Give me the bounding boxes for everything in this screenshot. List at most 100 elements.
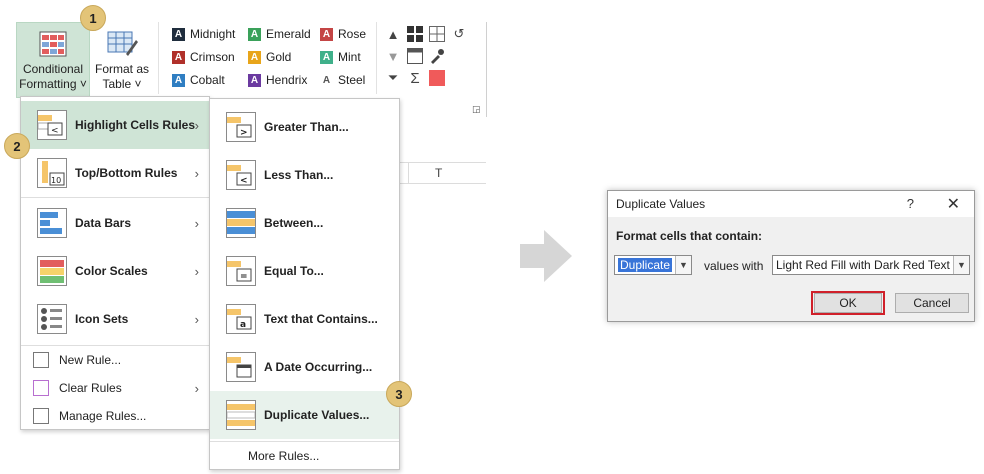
style-emerald[interactable]: A Emerald [248,24,320,44]
submenu-greater-than[interactable]: > Greater Than... [210,103,399,151]
triangle-up-icon[interactable]: ▲ [384,25,402,43]
format-as-table-icon [107,31,138,56]
style-emerald-label: Emerald [266,27,311,41]
conditional-formatting-menu: < Highlight Cells Rules › 10 Top/Bottom … [20,96,210,430]
menu-divider [21,197,209,198]
menu-color-scales[interactable]: Color Scales › [21,247,209,295]
new-rule-icon [33,352,49,368]
between-label: Between... [264,216,324,230]
submenu-less-than[interactable]: < Less Than... [210,151,399,199]
duplicate-type-value: Duplicate [615,258,675,272]
data-bars-label: Data Bars [75,216,132,230]
style-crimson-swatch: A [172,50,185,64]
text-contains-label: Text that Contains... [264,312,378,326]
style-rose-swatch: A [320,27,333,41]
style-mint-swatch: A [320,50,333,64]
style-hendrix[interactable]: A Hendrix [248,70,320,90]
menu-clear-rules[interactable]: Clear Rules › [21,374,209,402]
duplicate-type-select[interactable]: Duplicate ▼ [614,255,692,275]
style-midnight[interactable]: A Midnight [172,24,248,44]
style-rose[interactable]: A Rose [320,24,380,44]
submenu-between[interactable]: Between... [210,199,399,247]
ribbon-separator [158,22,159,94]
more-rules-label: More Rules... [248,448,320,463]
menu-highlight-cells-rules[interactable]: < Highlight Cells Rules › [21,101,209,149]
style-mint[interactable]: A Mint [320,47,380,67]
red-fill-icon[interactable] [428,69,446,87]
svg-text:<: < [51,126,59,136]
clear-rules-label: Clear Rules [59,381,122,395]
svg-text:=: = [240,272,248,282]
menu-manage-rules[interactable]: Manage Rules... [21,402,209,430]
triangle-down-icon[interactable]: ▼ [384,47,402,65]
chevron-down-icon[interactable]: ▼ [953,256,969,274]
duplicate-type-text: Duplicate [618,258,673,272]
ribbon-edge [486,22,487,117]
dialog-title: Duplicate Values [616,197,706,211]
cancel-button[interactable]: Cancel [895,293,969,313]
style-crimson-label: Crimson [190,50,235,64]
style-gold-swatch: A [248,50,261,64]
duplicate-values-label: Duplicate Values... [264,408,370,422]
format-as-table-label: Format as Table ˅ [92,62,152,92]
format-style-value: Light Red Fill with Dark Red Text [776,258,950,272]
column-header-t[interactable]: T [435,166,442,180]
eyedropper-icon[interactable] [428,47,446,65]
style-midnight-swatch: A [172,27,185,41]
menu-icon-sets[interactable]: Icon Sets › [21,295,209,343]
chevron-right-icon: › [194,117,199,133]
submenu-more-rules[interactable]: More Rules... [210,441,399,469]
duplicate-values-icon [226,400,256,430]
style-gold[interactable]: A Gold [248,47,320,67]
style-gold-label: Gold [266,50,292,64]
color-scales-label: Color Scales [75,264,148,278]
chevron-right-icon: › [194,311,199,327]
svg-text:<: < [240,176,248,186]
dialog-launcher-icon[interactable]: ◲ [472,104,481,115]
grid-blocks-icon[interactable] [406,25,424,43]
menu-top-bottom-rules[interactable]: 10 Top/Bottom Rules › [21,149,209,197]
svg-text:a: a [240,320,246,330]
style-mint-label: Mint [338,50,361,64]
manage-rules-label: Manage Rules... [59,409,147,423]
chevron-right-icon: › [194,380,199,396]
top-bottom-rules-label: Top/Bottom Rules [75,166,178,180]
ribbon-separator-2 [376,22,377,94]
close-icon[interactable]: ✕ [947,194,960,214]
submenu-date-occurring[interactable]: A Date Occurring... [210,343,399,391]
menu-new-rule[interactable]: New Rule... [21,346,209,374]
dialog-heading: Format cells that contain: [616,229,763,243]
ok-button[interactable]: OK [814,293,882,313]
column-divider [408,162,409,184]
submenu-equal-to[interactable]: = Equal To... [210,247,399,295]
data-bars-icon [37,208,67,238]
style-steel[interactable]: A Steel [320,70,380,90]
undo-icon[interactable]: ↺ [450,25,468,43]
style-crimson[interactable]: A Crimson [172,47,248,67]
submenu-text-contains[interactable]: a Text that Contains... [210,295,399,343]
style-cobalt[interactable]: A Cobalt [172,70,248,90]
sigma-icon[interactable]: Σ [406,69,424,87]
menu-data-bars[interactable]: Data Bars › [21,199,209,247]
help-icon[interactable]: ? [907,196,914,211]
text-contains-icon: a [226,304,256,334]
style-hendrix-swatch: A [248,73,261,87]
greater-than-icon: > [226,112,256,142]
date-occurring-label: A Date Occurring... [264,360,373,374]
top-bottom-icon: 10 [37,158,67,188]
style-steel-label: Steel [338,73,366,87]
dialog-title-bar: Duplicate Values ? ✕ [608,191,974,217]
format-style-select[interactable]: Light Red Fill with Dark Red Text ▼ [772,255,970,275]
style-rose-label: Rose [338,27,367,41]
values-with-label: values with [704,259,764,273]
conditional-formatting-icon [39,31,67,57]
triangle-down-line-icon[interactable]: ⏷ [384,69,402,87]
style-emerald-swatch: A [248,27,261,41]
chevron-down-icon[interactable]: ▼ [675,256,691,274]
style-cobalt-swatch: A [172,73,185,87]
submenu-duplicate-values[interactable]: Duplicate Values... [210,391,399,439]
step-badge-2: 2 [4,133,30,159]
borders-icon[interactable] [428,25,446,43]
right-arrow-icon [520,230,572,285]
window-icon[interactable] [406,47,424,65]
